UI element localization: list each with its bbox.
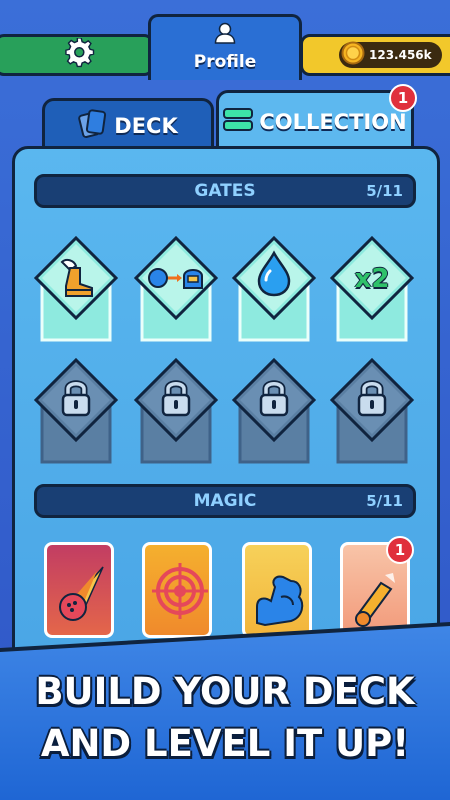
tab-collection-label: COLLECTION [259, 109, 407, 134]
promo-headline-line2: AND LEVEL IT UP! [40, 722, 410, 765]
user-icon [214, 22, 236, 48]
coin-balance: 123.456k [339, 41, 442, 69]
profile-label: Profile [193, 52, 257, 72]
stack-icon [223, 107, 254, 136]
tab-deck-label: DECK [114, 113, 178, 138]
gate-item-locked[interactable] [134, 358, 218, 464]
gear-icon [65, 37, 95, 72]
gate-item-ball-helmet[interactable] [134, 236, 218, 342]
coin-icon [341, 41, 365, 69]
top-bar: Profile 123.456k [0, 0, 450, 82]
gates-section-header: GATES 5/11 [34, 174, 416, 208]
gate-item-locked[interactable] [232, 358, 316, 464]
tab-collection[interactable]: COLLECTION [216, 90, 414, 150]
magic-title: MAGIC [193, 491, 257, 511]
coins-display[interactable]: 123.456k [300, 34, 450, 76]
magic-count: 5/11 [366, 492, 403, 510]
tab-deck[interactable]: DECK [42, 98, 214, 150]
collection-notification-badge: 1 [389, 84, 417, 112]
coin-amount: 123.456k [369, 48, 432, 62]
gate-item-multiplier[interactable]: x2 [330, 236, 414, 342]
gate-item-boot[interactable] [34, 236, 118, 342]
magic-section-header: MAGIC 5/11 [34, 484, 416, 518]
profile-tab[interactable]: Profile [148, 14, 302, 80]
promo-headline-line1: BUILD YOUR DECK [35, 670, 415, 713]
gate-item-water[interactable] [232, 236, 316, 342]
settings-button[interactable] [0, 34, 154, 76]
gate-item-locked[interactable] [34, 358, 118, 464]
multiplier-icon: x2 [354, 264, 390, 294]
cannon-card-badge: 1 [386, 536, 414, 564]
gate-item-locked[interactable] [330, 358, 414, 464]
gates-count: 5/11 [366, 182, 403, 200]
cards-icon [78, 108, 108, 144]
gates-title: GATES [194, 181, 256, 201]
